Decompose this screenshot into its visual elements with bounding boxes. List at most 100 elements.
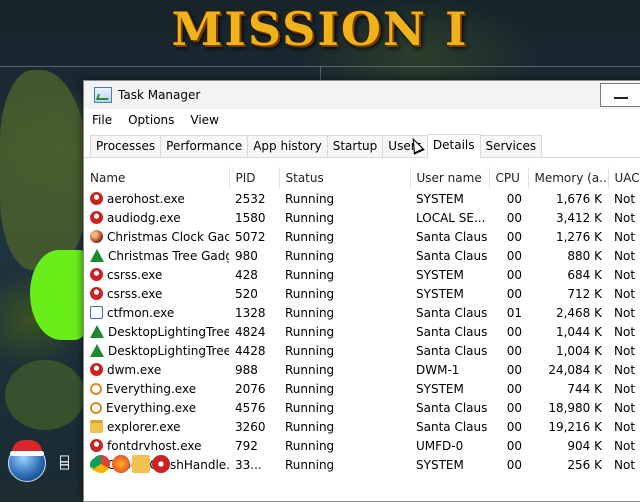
cell-memory: 1,004 K <box>555 343 602 358</box>
cell-name: audiodg.exe <box>84 208 229 227</box>
shield-icon <box>90 362 103 376</box>
tab-details[interactable]: Details <box>426 134 481 158</box>
table-row[interactable]: csrss.exe 428 Running SYSTEM 00 684 K Not <box>84 265 640 284</box>
cell-memory: 1,276 K <box>555 229 602 244</box>
col-header-uac[interactable]: UAC <box>608 167 640 189</box>
app-icon[interactable] <box>152 455 170 473</box>
cell-user: DWM-1 <box>416 362 460 377</box>
cell-status: Running <box>285 305 335 320</box>
cell-uac: Not <box>614 229 636 244</box>
cell-pid: 3260 <box>235 419 266 434</box>
christmas-tree-icon <box>90 324 104 338</box>
cell-cpu: 00 <box>506 229 522 244</box>
table-row[interactable]: aerohost.exe 2532 Running SYSTEM 00 1,676 K No… <box>84 189 640 208</box>
cell-pid: 4428 <box>235 343 266 358</box>
cell-pid: 2076 <box>235 381 266 396</box>
col-header-cpu[interactable]: CPU <box>489 167 529 189</box>
cell-user: LOCAL SE... <box>416 210 486 225</box>
menu-file[interactable]: File <box>84 113 120 127</box>
cell-status: Running <box>285 324 335 339</box>
cell-status: Running <box>285 362 335 377</box>
table-row[interactable]: DesktopLightingTree.... 4824 Running Santa … <box>84 322 640 341</box>
table-row[interactable]: audiodg.exe 1580 Running LOCAL SE... 00 3,412… <box>84 208 640 227</box>
cell-memory: 18,980 K <box>548 400 602 415</box>
cell-uac: Not <box>614 400 636 415</box>
cell-pid: 4576 <box>235 400 266 415</box>
table-row[interactable]: csrss.exe 520 Running SYSTEM 00 712 K Not <box>84 284 640 303</box>
cell-status: Running <box>285 457 335 472</box>
cell-status: Running <box>285 248 335 263</box>
title-bar[interactable]: Task Manager <box>84 81 640 109</box>
cell-uac: Not <box>614 324 636 339</box>
cell-memory: 712 K <box>567 286 602 301</box>
folder-icon[interactable] <box>132 455 150 473</box>
cell-pid: 520 <box>235 286 258 301</box>
cell-status: Running <box>285 267 335 282</box>
cell-cpu: 00 <box>506 210 522 225</box>
table-row[interactable]: explorer.exe 3260 Running Santa Claus 00 19,2… <box>84 417 640 436</box>
cell-uac: Not <box>614 343 636 358</box>
menu-view[interactable]: View <box>182 113 226 127</box>
col-header-user[interactable]: User name <box>410 167 490 189</box>
col-header-name[interactable]: ^Name <box>84 167 230 189</box>
table-row[interactable]: ctfmon.exe 1328 Running Santa Claus 01 2,468 … <box>84 303 640 322</box>
cell-uac: Not <box>614 267 636 282</box>
folder-icon <box>90 419 103 433</box>
shield-icon <box>90 438 103 452</box>
tab-bar: Processes Performance App history Startu… <box>84 133 640 158</box>
tab-startup[interactable]: Startup <box>326 135 384 157</box>
cell-cpu: 00 <box>506 457 522 472</box>
menu-options[interactable]: Options <box>120 113 182 127</box>
cell-memory: 684 K <box>567 267 602 282</box>
table-row[interactable]: Christmas Tree Gadg... 980 Running Santa Cl… <box>84 246 640 265</box>
cell-user: Santa Claus <box>416 324 488 339</box>
cell-user: Santa Claus <box>416 343 488 358</box>
table-row[interactable]: Christmas Clock Gad... 5072 Running Santa C… <box>84 227 640 246</box>
col-header-pid[interactable]: PID <box>229 167 280 189</box>
cell-name: explorer.exe <box>84 417 229 436</box>
cell-uac: Not <box>614 248 636 263</box>
firefox-icon[interactable] <box>112 455 130 473</box>
cell-user: Santa Claus <box>416 229 488 244</box>
cell-cpu: 00 <box>506 324 522 339</box>
cell-memory: 3,412 K <box>555 210 602 225</box>
cell-user: SYSTEM <box>416 457 464 472</box>
table-row[interactable]: Everything.exe 4576 Running Santa Claus 00 18… <box>84 398 640 417</box>
cell-status: Running <box>285 286 335 301</box>
cell-pid: 33... <box>235 457 262 472</box>
table-row[interactable]: Everything.exe 2076 Running SYSTEM 00 744 K No… <box>84 379 640 398</box>
table-row[interactable]: fontdrvhost.exe 792 Running UMFD-0 00 904 K No… <box>84 436 640 455</box>
cell-name: Everything.exe <box>84 398 229 417</box>
cell-name: aerohost.exe <box>84 189 229 208</box>
window-title: Task Manager <box>118 88 201 102</box>
cell-cpu: 00 <box>506 438 522 453</box>
task-manager-window: Task Manager File Options View Processes… <box>83 80 640 502</box>
cell-name: csrss.exe <box>84 265 229 284</box>
cell-user: Santa Claus <box>416 419 488 434</box>
tab-app-history[interactable]: App history <box>247 135 328 157</box>
cell-user: SYSTEM <box>416 191 464 206</box>
tab-performance[interactable]: Performance <box>160 135 249 157</box>
cell-status: Running <box>285 381 335 396</box>
tab-services[interactable]: Services <box>479 135 543 157</box>
col-header-memory[interactable]: Memory (a... <box>528 167 609 189</box>
cell-cpu: 00 <box>506 343 522 358</box>
cell-name: Christmas Tree Gadg... <box>84 246 229 265</box>
cell-memory: 904 K <box>567 438 602 453</box>
tab-processes[interactable]: Processes <box>90 135 162 157</box>
chrome-icon[interactable] <box>92 455 110 473</box>
cell-status: Running <box>285 438 335 453</box>
cell-pid: 792 <box>235 438 258 453</box>
cell-name: ctfmon.exe <box>84 303 229 322</box>
minimize-button[interactable] <box>600 83 640 107</box>
minimize-icon <box>614 97 628 99</box>
col-header-status[interactable]: Status <box>279 167 411 189</box>
table-row[interactable]: DesktopLightingTree.... 4428 Running Santa … <box>84 341 640 360</box>
map-terrain <box>5 360 85 430</box>
task-view-icon[interactable]: ⌸ <box>60 454 82 474</box>
cell-pid: 988 <box>235 362 258 377</box>
table-row[interactable]: dwm.exe 988 Running DWM-1 00 24,084 K Not <box>84 360 640 379</box>
christmas-tree-icon <box>90 248 104 262</box>
cell-uac: Not <box>614 362 636 377</box>
table-header-row: ^Name PID Status User name CPU Memory (a… <box>84 167 640 189</box>
